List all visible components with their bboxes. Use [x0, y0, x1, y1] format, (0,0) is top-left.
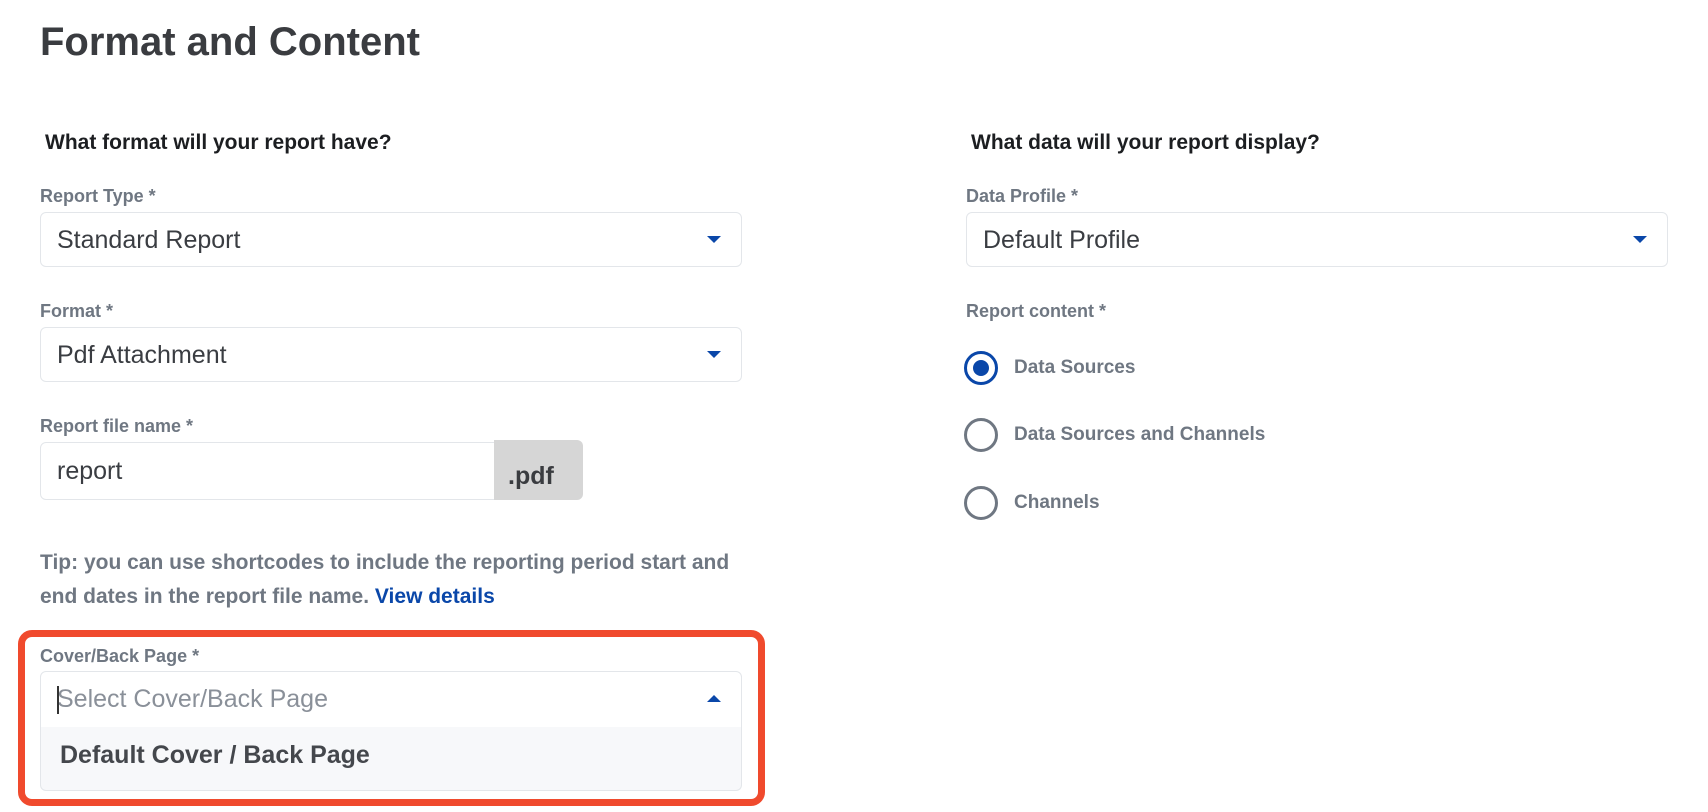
data-profile-select[interactable]: Default Profile — [966, 212, 1668, 267]
report-content-label: Report content * — [966, 301, 1107, 321]
radio-unchecked-icon[interactable] — [964, 418, 998, 452]
data-section-heading: What data will your report display? — [971, 131, 1320, 154]
radio-label-data-sources: Data Sources — [1014, 357, 1136, 378]
radio-unchecked-icon[interactable] — [964, 486, 998, 520]
radio-checked-icon[interactable] — [964, 351, 998, 385]
radio-label-channels: Channels — [1014, 492, 1100, 513]
radio-label-data-sources-and-channels: Data Sources and Channels — [1014, 424, 1266, 445]
data-profile-label: Data Profile * — [966, 186, 1079, 206]
data-section: What data will your report display? Data… — [0, 0, 1708, 812]
data-profile-value: Default Profile — [983, 226, 1141, 254]
chevron-down-icon — [1633, 236, 1647, 243]
